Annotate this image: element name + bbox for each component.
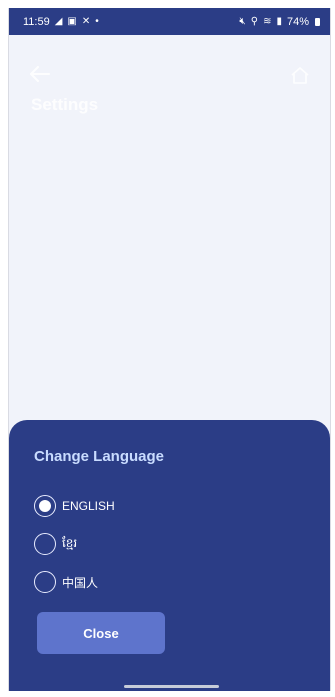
wifi-icon: ≋ <box>263 15 272 27</box>
page-title: Settings <box>31 95 99 114</box>
change-language-sheet: Change Language ENGLISH ខ្មែរ 中国人 Close <box>9 420 330 691</box>
radio-unselected[interactable] <box>34 533 56 555</box>
status-bar: 11:59 ◢ ▣ ✕ • 🔇︎ ⚲ ≋ ▮ 74% <box>9 8 330 35</box>
language-label: 中国人 <box>62 575 99 590</box>
status-right: 🔇︎ ⚲ ≋ ▮ 74% <box>239 16 320 28</box>
location-icon: ⚲ <box>250 15 259 27</box>
mute-icon: 🔇︎ <box>239 15 246 27</box>
status-time: 11:59 <box>23 15 50 28</box>
app-header: Settings <box>9 35 330 130</box>
language-label: ខ្មែរ <box>62 536 78 550</box>
dot-icon: • <box>95 15 99 27</box>
language-option-khmer[interactable]: ខ្មែរ <box>34 533 77 555</box>
gallery-icon: ▣ <box>67 15 77 27</box>
language-option-chinese[interactable]: 中国人 <box>34 571 98 593</box>
radio-selected[interactable] <box>34 495 56 517</box>
battery-icon <box>315 17 320 26</box>
language-label: ENGLISH <box>62 499 115 513</box>
battery-percent: 74% <box>286 15 309 28</box>
home-icon[interactable] <box>290 65 310 85</box>
phone-screen: 11:59 ◢ ▣ ✕ • 🔇︎ ⚲ ≋ ▮ 74% Settings Chan… <box>8 8 331 691</box>
signal-icon: ▮ <box>276 15 282 27</box>
language-option-english[interactable]: ENGLISH <box>34 495 115 517</box>
sheet-title: Change Language <box>34 448 165 465</box>
home-indicator[interactable] <box>124 685 219 688</box>
status-left: 11:59 ◢ ▣ ✕ • <box>23 16 99 28</box>
arrow-left-icon[interactable] <box>29 65 51 83</box>
close-button[interactable]: Close <box>37 612 165 654</box>
radio-dot <box>39 500 51 512</box>
telegram-icon: ◢ <box>54 15 63 27</box>
radio-unselected[interactable] <box>34 571 56 593</box>
x-icon: ✕ <box>81 15 91 27</box>
